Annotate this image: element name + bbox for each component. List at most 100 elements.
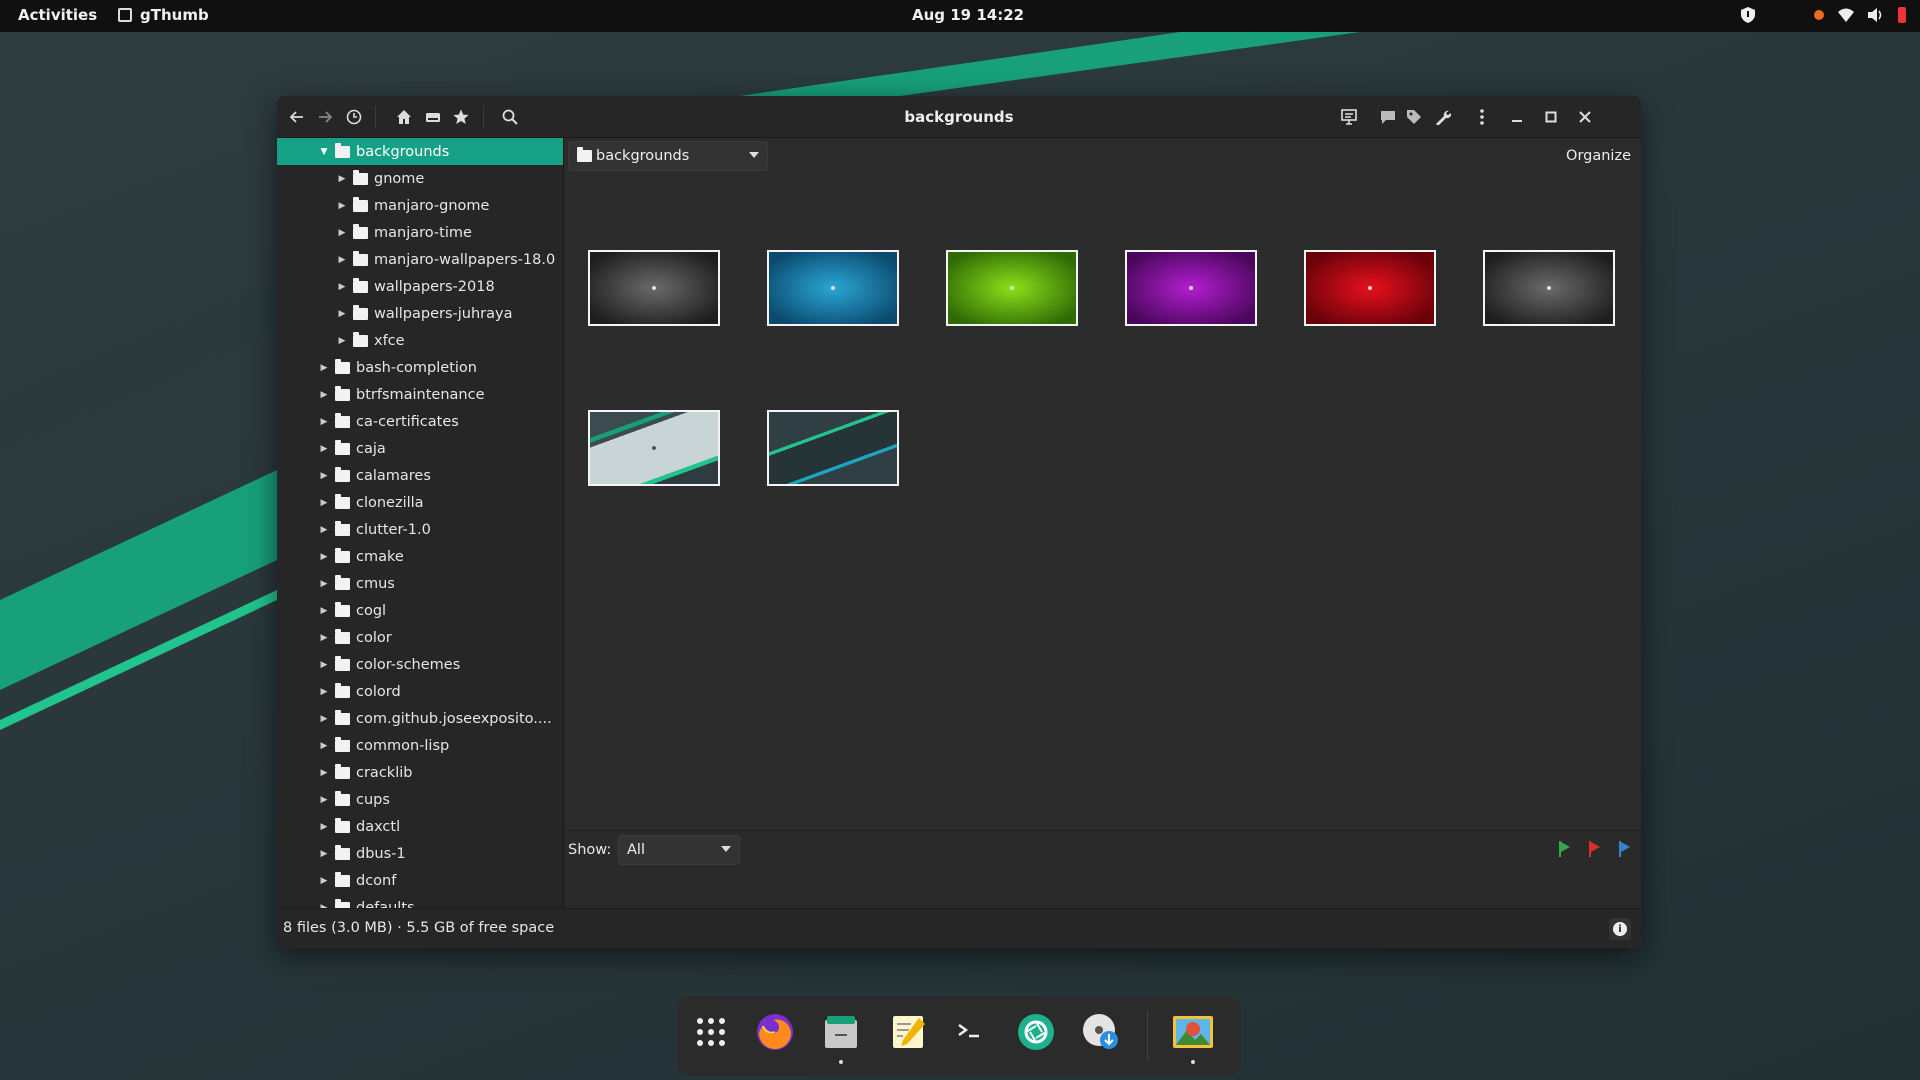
expander-closed-icon[interactable]: ▶ (319, 525, 329, 535)
expander-closed-icon[interactable]: ▶ (319, 363, 329, 373)
app-menu-button[interactable]: gThumb (118, 6, 209, 24)
folder-icon (335, 574, 350, 590)
expander-open-icon[interactable]: ▼ (319, 147, 329, 157)
battery-icon[interactable] (1898, 7, 1906, 23)
tree-item[interactable]: ▶ daxctl (277, 813, 563, 840)
tree-item[interactable]: ▶ gnome (277, 165, 563, 192)
disk-installer-launcher[interactable] (1079, 1010, 1123, 1054)
expander-closed-icon[interactable]: ▶ (319, 444, 329, 454)
maximize-button[interactable] (1537, 103, 1565, 131)
clock[interactable]: Aug 19 14:22 (912, 6, 1024, 24)
expander-closed-icon[interactable]: ▶ (319, 417, 329, 427)
red-flag-icon[interactable] (1587, 841, 1603, 857)
blue-flag-icon[interactable] (1617, 841, 1633, 857)
main-menu-button[interactable] (1468, 103, 1496, 131)
expander-closed-icon[interactable]: ▶ (319, 714, 329, 724)
tree-item[interactable]: ▶ dbus-1 (277, 840, 563, 867)
tree-item[interactable]: ▶ color-schemes (277, 651, 563, 678)
folder-tree[interactable]: ▼ backgrounds ▶ gnome ▶ manjaro-gnome ▶ manjaro… (277, 138, 564, 908)
tree-item[interactable]: ▶ wallpapers-2018 (277, 273, 563, 300)
tree-item[interactable]: ▶ manjaro-time (277, 219, 563, 246)
firefox-launcher[interactable] (753, 1010, 797, 1054)
tree-item[interactable]: ▶ manjaro-gnome (277, 192, 563, 219)
expander-closed-icon[interactable]: ▶ (337, 255, 347, 265)
tree-item[interactable]: ▶ manjaro-wallpapers-18.0 (277, 246, 563, 273)
tree-item[interactable]: ▶ bash-completion (277, 354, 563, 381)
expander-closed-icon[interactable]: ▶ (319, 876, 329, 886)
system-tray[interactable] (1740, 7, 1906, 23)
expander-closed-icon[interactable]: ▶ (319, 741, 329, 751)
expander-closed-icon[interactable]: ▶ (337, 309, 347, 319)
wifi-icon[interactable] (1838, 7, 1854, 23)
tools-button[interactable] (1429, 103, 1457, 131)
app-grid-button[interactable] (689, 1010, 733, 1054)
minimize-button[interactable] (1503, 103, 1531, 131)
image-thumbnail[interactable] (1125, 250, 1257, 326)
activities-button[interactable]: Activities (18, 6, 97, 24)
expander-closed-icon[interactable]: ▶ (337, 336, 347, 346)
tree-item[interactable]: ▶ cogl (277, 597, 563, 624)
expander-closed-icon[interactable]: ▶ (319, 633, 329, 643)
terminal-launcher[interactable] (949, 1010, 993, 1054)
files-launcher[interactable] (819, 1010, 863, 1064)
tree-item[interactable]: ▶ dconf (277, 867, 563, 894)
expander-closed-icon[interactable]: ▶ (319, 498, 329, 508)
tree-item[interactable]: ▶ btrfsmaintenance (277, 381, 563, 408)
expander-closed-icon[interactable]: ▶ (337, 228, 347, 238)
tree-item[interactable]: ▶ clonezilla (277, 489, 563, 516)
expander-closed-icon[interactable]: ▶ (319, 471, 329, 481)
tree-item[interactable]: ▶ wallpapers-juhraya (277, 300, 563, 327)
shield-icon[interactable] (1740, 7, 1756, 23)
image-thumbnail[interactable] (1483, 250, 1615, 326)
tags-button[interactable] (1400, 103, 1428, 131)
image-thumbnail[interactable] (767, 250, 899, 326)
tree-item[interactable]: ▶ calamares (277, 462, 563, 489)
expander-closed-icon[interactable]: ▶ (319, 390, 329, 400)
expander-closed-icon[interactable]: ▶ (337, 201, 347, 211)
expander-closed-icon[interactable]: ▶ (319, 687, 329, 697)
tree-item[interactable]: ▶ cmus (277, 570, 563, 597)
tree-item[interactable]: ▶ ca-certificates (277, 408, 563, 435)
image-thumbnail[interactable] (1304, 250, 1436, 326)
expander-closed-icon[interactable]: ▶ (319, 606, 329, 616)
location-dropdown[interactable]: backgrounds (568, 141, 768, 171)
text-editor-launcher[interactable] (887, 1010, 931, 1054)
tree-item[interactable]: ▶ cracklib (277, 759, 563, 786)
tree-item[interactable]: ▶ defaults (277, 894, 563, 908)
tree-item[interactable]: ▶ caja (277, 435, 563, 462)
close-button[interactable] (1571, 103, 1599, 131)
volume-icon[interactable] (1868, 7, 1884, 23)
show-filter-dropdown[interactable]: All (618, 835, 740, 865)
expander-closed-icon[interactable]: ▶ (319, 795, 329, 805)
tree-item[interactable]: ▶ com.github.joseexposito.... (277, 705, 563, 732)
expander-closed-icon[interactable]: ▶ (337, 174, 347, 184)
image-thumbnail[interactable] (946, 250, 1078, 326)
thumbnail-grid[interactable] (564, 174, 1641, 830)
properties-button[interactable]: i (1609, 918, 1631, 940)
image-thumbnail[interactable] (588, 410, 720, 486)
tree-item[interactable]: ▶ colord (277, 678, 563, 705)
camera-launcher[interactable] (1014, 1010, 1058, 1054)
expander-closed-icon[interactable]: ▶ (319, 768, 329, 778)
tree-item[interactable]: ▶ cups (277, 786, 563, 813)
image-thumbnail[interactable] (588, 250, 720, 326)
notification-dot-icon[interactable] (1814, 10, 1824, 20)
expander-closed-icon[interactable]: ▶ (319, 822, 329, 832)
expander-closed-icon[interactable]: ▶ (337, 282, 347, 292)
expander-closed-icon[interactable]: ▶ (319, 579, 329, 589)
tree-item[interactable]: ▼ backgrounds (277, 138, 563, 165)
tree-item[interactable]: ▶ clutter-1.0 (277, 516, 563, 543)
organize-button[interactable]: Organize (1566, 148, 1631, 164)
presentation-button[interactable] (1335, 103, 1363, 131)
expander-closed-icon[interactable]: ▶ (319, 660, 329, 670)
expander-closed-icon[interactable]: ▶ (319, 552, 329, 562)
tree-item[interactable]: ▶ xfce (277, 327, 563, 354)
tree-item[interactable]: ▶ cmake (277, 543, 563, 570)
image-thumbnail[interactable] (767, 410, 899, 486)
comment-button[interactable] (1374, 103, 1402, 131)
gthumb-launcher[interactable] (1171, 1010, 1215, 1064)
tree-item[interactable]: ▶ common-lisp (277, 732, 563, 759)
tree-item[interactable]: ▶ color (277, 624, 563, 651)
green-flag-icon[interactable] (1557, 841, 1573, 857)
expander-closed-icon[interactable]: ▶ (319, 849, 329, 859)
